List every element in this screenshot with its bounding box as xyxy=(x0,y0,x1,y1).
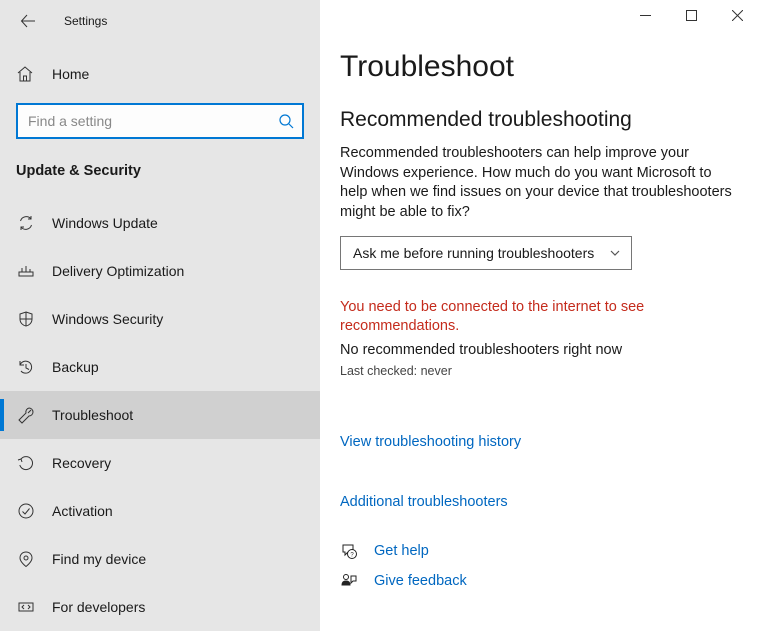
home-label: Home xyxy=(52,66,89,82)
home-nav[interactable]: Home xyxy=(0,54,320,93)
delivery-icon xyxy=(16,262,36,280)
minimize-icon xyxy=(640,10,651,21)
close-icon xyxy=(732,10,743,21)
shield-icon xyxy=(16,310,36,328)
page-title: Troubleshoot xyxy=(340,50,736,84)
troubleshoot-mode-dropdown[interactable]: Ask me before running troubleshooters xyxy=(340,236,632,270)
nav-windows-security[interactable]: Windows Security xyxy=(0,295,320,343)
sidebar: Settings Home Update & Security Windo xyxy=(0,0,320,631)
close-button[interactable] xyxy=(714,0,760,30)
backup-icon xyxy=(16,358,36,376)
nav-label: Delivery Optimization xyxy=(52,263,184,279)
search-input[interactable] xyxy=(26,105,278,137)
get-help-label: Get help xyxy=(374,543,429,559)
nav-recovery[interactable]: Recovery xyxy=(0,439,320,487)
category-header: Update & Security xyxy=(0,145,320,189)
content-area: Troubleshoot Recommended troubleshooting… xyxy=(320,0,760,631)
give-feedback-link[interactable]: Give feedback xyxy=(340,572,736,590)
back-button[interactable] xyxy=(16,9,40,33)
check-circle-icon xyxy=(16,502,36,520)
nav-label: Backup xyxy=(52,359,99,375)
section-heading: Recommended troubleshooting xyxy=(340,108,736,132)
home-icon xyxy=(16,65,36,83)
window-title: Settings xyxy=(64,14,107,28)
arrow-left-icon xyxy=(20,13,36,29)
offline-warning: You need to be connected to the internet… xyxy=(340,298,700,336)
feedback-icon xyxy=(340,572,360,590)
nav-delivery-optimization[interactable]: Delivery Optimization xyxy=(0,247,320,295)
nav-label: Find my device xyxy=(52,551,146,567)
chat-help-icon: ? xyxy=(340,542,360,560)
minimize-button[interactable] xyxy=(622,0,668,30)
location-icon xyxy=(16,550,36,568)
dropdown-value: Ask me before running troubleshooters xyxy=(353,245,594,261)
get-help-link[interactable]: ? Get help xyxy=(340,542,736,560)
developers-icon xyxy=(16,598,36,616)
nav-troubleshoot[interactable]: Troubleshoot xyxy=(0,391,320,439)
nav-find-my-device[interactable]: Find my device xyxy=(0,535,320,583)
nav-backup[interactable]: Backup xyxy=(0,343,320,391)
section-description: Recommended troubleshooters can help imp… xyxy=(340,144,736,222)
maximize-button[interactable] xyxy=(668,0,714,30)
maximize-icon xyxy=(686,10,697,21)
nav-label: Windows Update xyxy=(52,215,158,231)
recovery-icon xyxy=(16,454,36,472)
chevron-down-icon xyxy=(609,247,621,259)
last-checked: Last checked: never xyxy=(340,364,736,378)
sync-icon xyxy=(16,214,36,232)
search-box[interactable] xyxy=(16,103,304,139)
nav-list: Windows Update Delivery Optimization Win… xyxy=(0,199,320,631)
nav-label: For developers xyxy=(52,599,145,615)
nav-label: Recovery xyxy=(52,455,111,471)
status-no-troubleshooters: No recommended troubleshooters right now xyxy=(340,342,736,358)
additional-troubleshooters-link[interactable]: Additional troubleshooters xyxy=(340,494,736,510)
nav-label: Windows Security xyxy=(52,311,163,327)
wrench-icon xyxy=(16,406,36,424)
history-link[interactable]: View troubleshooting history xyxy=(340,434,736,450)
nav-label: Activation xyxy=(52,503,113,519)
nav-windows-update[interactable]: Windows Update xyxy=(0,199,320,247)
search-icon xyxy=(278,113,294,129)
nav-label: Troubleshoot xyxy=(52,407,133,423)
give-feedback-label: Give feedback xyxy=(374,573,467,589)
nav-for-developers[interactable]: For developers xyxy=(0,583,320,631)
nav-activation[interactable]: Activation xyxy=(0,487,320,535)
